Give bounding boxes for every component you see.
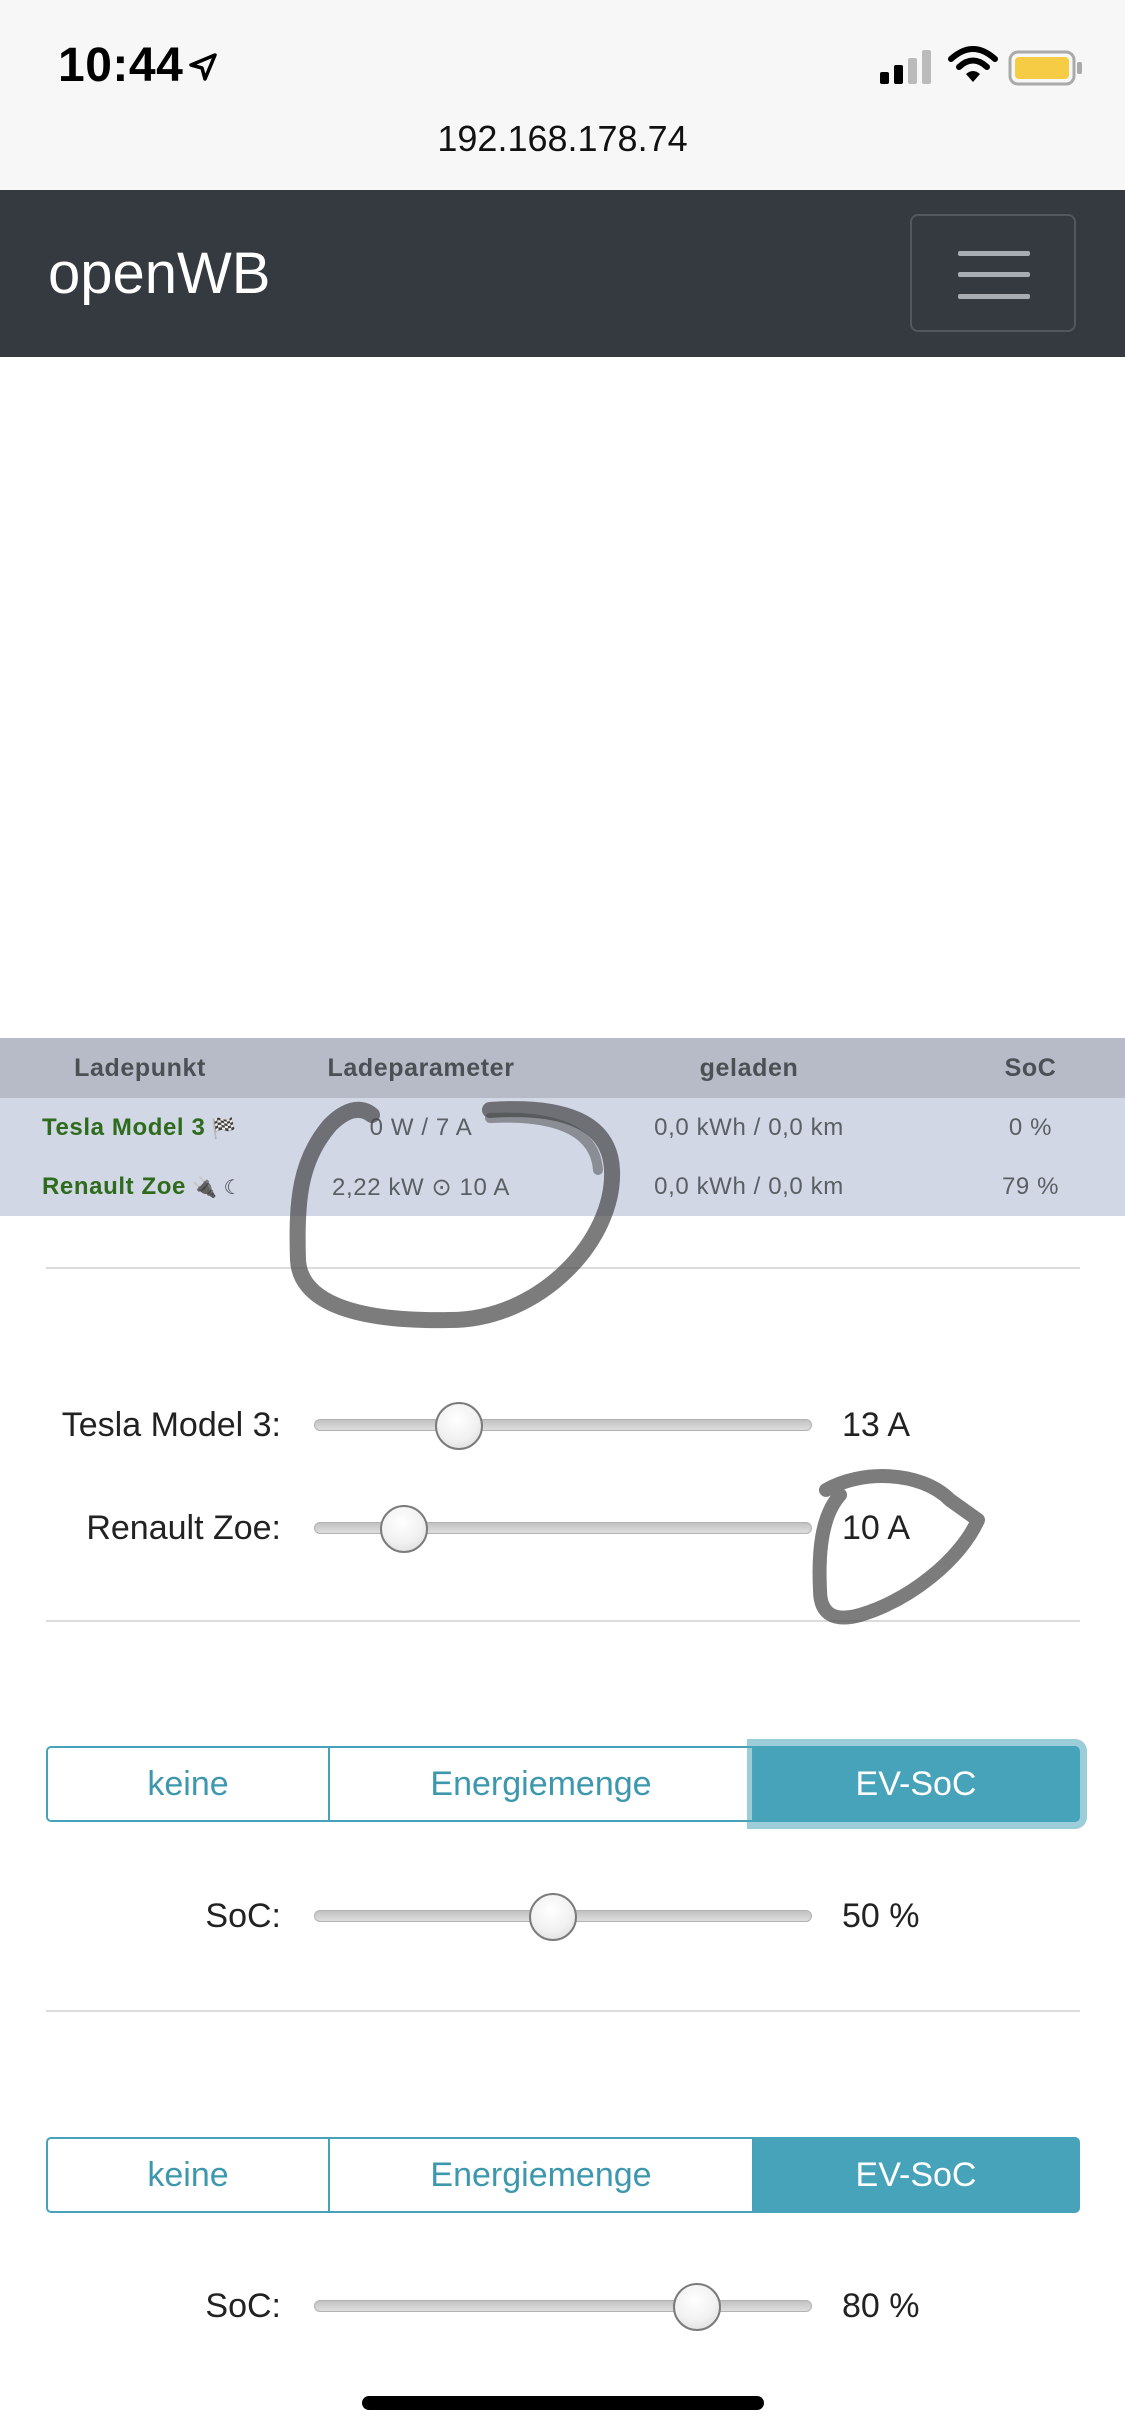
checkered-flag-icon: 🏁: [211, 1118, 237, 1140]
hamburger-line: [958, 272, 1030, 277]
plug-moon-icon: 🔌 ☾: [191, 1177, 243, 1199]
current-slider-tesla[interactable]: [314, 1402, 812, 1450]
table-row: Renault Zoe 🔌 ☾ 2,22 kW ⊙ 10 A 0,0 kWh / …: [0, 1158, 1125, 1216]
mode-energy-button[interactable]: Energiemenge: [330, 1746, 754, 1822]
column-header-soc: SoC: [936, 1038, 1125, 1098]
divider: [46, 2010, 1080, 2012]
column-header-geladen: geladen: [562, 1038, 936, 1098]
soc-cell: 79 %: [936, 1158, 1125, 1216]
divider: [46, 1620, 1080, 1622]
slider-value-zoe: 10 A: [842, 1509, 911, 1547]
soc-cell: 0 %: [936, 1098, 1125, 1158]
address-bar-url[interactable]: 192.168.178.74: [0, 118, 1125, 160]
slider-value-tesla: 13 A: [842, 1406, 911, 1444]
soc-slider-label: SoC:: [205, 1897, 281, 1935]
soc-slider-value: 50 %: [842, 1897, 920, 1935]
charge-params-cell: 0 W / 7 A: [280, 1098, 562, 1158]
current-slider-zoe[interactable]: [314, 1505, 812, 1553]
slider-label-tesla: Tesla Model 3:: [61, 1406, 281, 1444]
column-header-ladepunkt: Ladepunkt: [0, 1038, 280, 1098]
charge-target-mode-group: keine Energiemenge EV-SoC: [46, 1746, 1080, 1822]
hamburger-line: [958, 294, 1030, 299]
slider-thumb[interactable]: [434, 1402, 483, 1450]
hamburger-menu-button[interactable]: [910, 214, 1076, 332]
slider-thumb[interactable]: [529, 1893, 578, 1941]
table-header-row: Ladepunkt Ladeparameter geladen SoC: [0, 1038, 1125, 1098]
mode-none-button[interactable]: keine: [46, 1746, 330, 1822]
brand-title[interactable]: openWB: [48, 240, 270, 307]
slider-label-zoe: Renault Zoe:: [86, 1509, 281, 1547]
vehicle-name-cell[interactable]: Tesla Model 3 🏁: [0, 1098, 280, 1158]
mode-ev-soc-button[interactable]: EV-SoC: [754, 1746, 1080, 1822]
wifi-icon: [948, 46, 998, 82]
navbar: openWB: [0, 190, 1125, 357]
charged-energy-cell: 0,0 kWh / 0,0 km: [562, 1158, 936, 1216]
scribble-annotation: [289, 1101, 985, 1625]
table-row: Tesla Model 3 🏁 0 W / 7 A 0,0 kWh / 0,0 k…: [0, 1098, 1125, 1158]
vehicle-name-cell[interactable]: Renault Zoe 🔌 ☾: [0, 1158, 280, 1216]
mode-none-button[interactable]: keine: [46, 2137, 330, 2213]
divider: [46, 1267, 1080, 1269]
column-header-ladeparameter: Ladeparameter: [280, 1038, 562, 1098]
hamburger-menu-icon: [958, 251, 1030, 256]
location-arrow-icon: [189, 53, 217, 81]
battery-icon: [1008, 50, 1082, 86]
slider-thumb[interactable]: [380, 1505, 429, 1553]
soc-slider-label: SoC:: [205, 2287, 281, 2325]
status-time: 10:44: [58, 39, 184, 92]
charge-target-mode-group: keine Energiemenge EV-SoC: [46, 2137, 1080, 2213]
soc-slider[interactable]: [314, 1893, 812, 1941]
charged-energy-cell: 0,0 kWh / 0,0 km: [562, 1098, 936, 1158]
vehicle-name: Tesla Model 3: [42, 1114, 206, 1141]
charge-params-cell: 2,22 kW ⊙ 10 A: [280, 1158, 562, 1216]
cellular-signal-icon: [880, 50, 931, 84]
home-indicator: [362, 2396, 764, 2410]
mode-ev-soc-button[interactable]: EV-SoC: [754, 2137, 1080, 2213]
soc-slider-value: 80 %: [842, 2287, 920, 2325]
charge-point-table: Ladepunkt Ladeparameter geladen SoC Tesl…: [0, 1038, 1125, 1216]
soc-slider[interactable]: [314, 2283, 812, 2331]
mode-energy-button[interactable]: Energiemenge: [330, 2137, 754, 2213]
vehicle-name: Renault Zoe: [42, 1173, 186, 1200]
status-bar: 10:44 192.168.178.74: [0, 0, 1125, 190]
slider-thumb[interactable]: [672, 2283, 721, 2331]
